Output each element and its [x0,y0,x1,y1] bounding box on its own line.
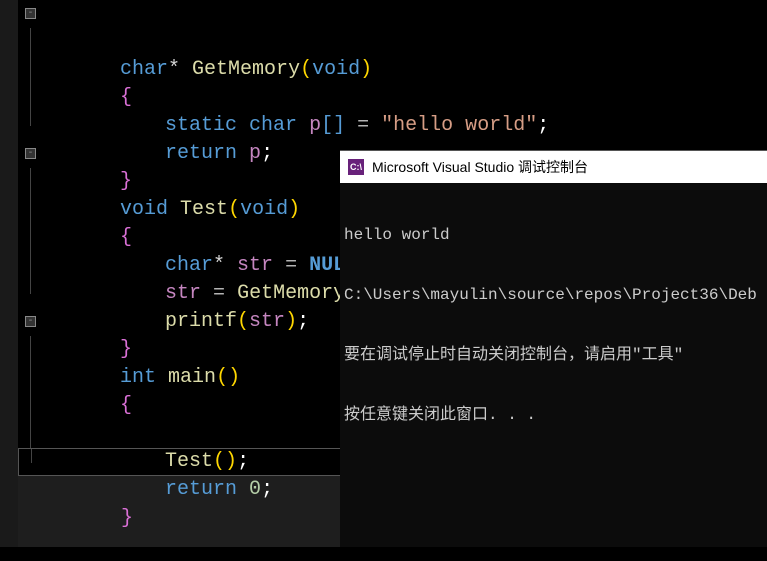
fold-line [30,392,31,420]
console-line: C:\Users\mayulin\source\repos\Project36\… [344,285,763,305]
fold-line [30,112,31,126]
code-line[interactable]: - char* GetMemory(void) [18,0,767,28]
vs-console-icon: C:\ [348,159,364,175]
fold-line [30,168,31,196]
code-line[interactable]: return p; [18,84,767,112]
fold-line [30,280,31,294]
code-line[interactable]: static char p[] = "hello world"; [18,56,767,84]
fold-line [30,252,31,280]
console-line: hello world [344,225,763,245]
fold-line [30,364,31,392]
code-line[interactable]: } [18,112,767,140]
fold-icon[interactable]: - [25,8,36,19]
fold-line [30,56,31,84]
fold-icon[interactable]: - [25,148,36,159]
console-line: 按任意键关闭此窗口. . . [344,405,763,425]
keyword: return [165,478,237,501]
console-line: 要在调试停止时自动关闭控制台，请启用"工具" [344,345,763,365]
fold-line [30,84,31,112]
semicolon: ; [261,478,273,501]
fold-line [30,28,31,56]
fold-line [30,336,31,364]
console-title: Microsoft Visual Studio 调试控制台 [372,157,588,177]
console-output[interactable]: hello world C:\Users\mayulin\source\repo… [340,183,767,467]
text [237,478,249,501]
fold-line [30,420,31,448]
debug-console-window[interactable]: C:\ Microsoft Visual Studio 调试控制台 hello … [340,150,767,547]
fold-line [30,196,31,224]
fold-line [30,224,31,252]
code-line[interactable]: { [18,28,767,56]
console-titlebar[interactable]: C:\ Microsoft Visual Studio 调试控制台 [340,151,767,183]
fold-line [31,449,32,463]
editor-gutter [0,0,18,547]
fold-icon[interactable]: - [25,316,36,327]
brace: } [121,507,133,530]
number: 0 [249,478,261,501]
